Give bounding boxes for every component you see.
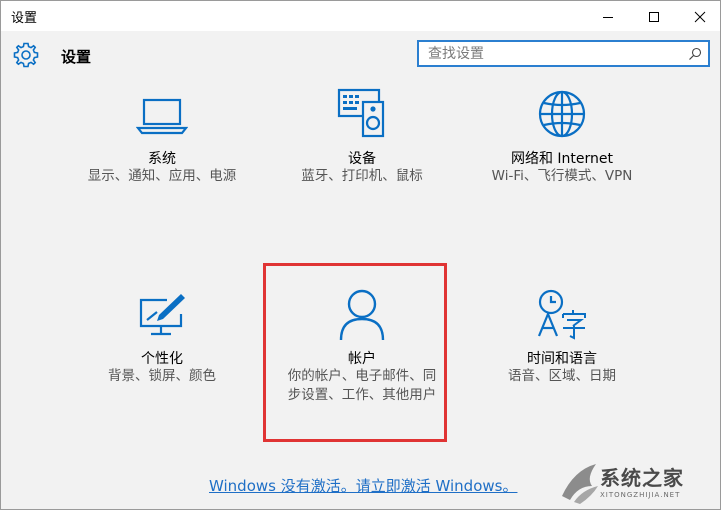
time-language-icon xyxy=(537,289,586,340)
search-box[interactable] xyxy=(417,40,710,67)
tile-system[interactable]: 系统 显示、通知、应用、电源 xyxy=(72,88,252,218)
close-icon xyxy=(694,11,706,22)
settings-header: 设置 xyxy=(1,31,720,81)
tile-name: 个性化 xyxy=(141,351,183,367)
accounts-highlight-box xyxy=(263,263,447,442)
window-title: 设置 xyxy=(11,11,38,26)
activate-windows-link[interactable]: Windows 没有激活。请立即激活 Windows。 xyxy=(209,475,517,496)
tile-name: 设备 xyxy=(348,151,376,167)
scrollbar[interactable] xyxy=(713,82,719,452)
tile-personalization[interactable]: 个性化 背景、锁屏、颜色 xyxy=(72,288,252,398)
tile-network[interactable]: 网络和 Internet Wi-Fi、飞行模式、VPN xyxy=(472,88,652,198)
gear-icon xyxy=(13,42,39,68)
tile-name: 时间和语言 xyxy=(527,351,597,367)
maximize-button[interactable] xyxy=(631,2,677,31)
page-title: 设置 xyxy=(61,48,92,66)
tile-description: 蓝牙、打印机、鼠标 xyxy=(301,168,423,184)
tile-name: 系统 xyxy=(148,151,176,167)
minimize-icon xyxy=(603,16,613,18)
globe-icon xyxy=(538,90,586,138)
watermark-subtext: XITONGZHIJIA.NET xyxy=(600,491,681,499)
tile-devices[interactable]: 设备 蓝牙、打印机、鼠标 xyxy=(272,88,452,198)
close-button[interactable] xyxy=(677,2,721,31)
maximize-icon xyxy=(649,11,659,22)
personalization-icon xyxy=(139,294,185,336)
search-icon[interactable] xyxy=(688,47,702,61)
tile-description: 语音、区域、日期 xyxy=(508,368,616,384)
tile-description: 显示、通知、应用、电源 xyxy=(87,168,237,184)
title-bar: 设置 xyxy=(1,1,720,31)
minimize-button[interactable] xyxy=(585,2,631,31)
tile-description: Wi-Fi、飞行模式、VPN xyxy=(491,168,633,184)
tile-time-language[interactable]: 时间和语言 语音、区域、日期 xyxy=(472,288,652,398)
watermark-text: 系统之家 xyxy=(600,466,684,490)
devices-icon xyxy=(337,88,385,138)
tile-description: 背景、锁屏、颜色 xyxy=(108,368,216,384)
tile-name: 网络和 Internet xyxy=(510,151,614,167)
search-input[interactable] xyxy=(419,42,686,65)
laptop-icon xyxy=(136,98,188,135)
